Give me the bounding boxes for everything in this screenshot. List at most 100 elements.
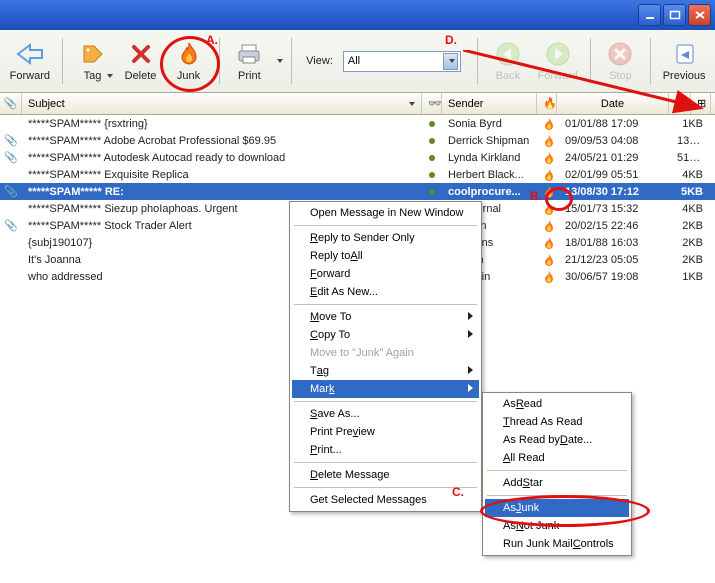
size-cell: 2KB [671,254,711,266]
menu-open-new-window[interactable]: Open Message in New Window [292,204,479,222]
more-header[interactable]: ... [669,93,691,114]
sender-cell: Derrick Shipman [442,135,537,147]
stop-icon [606,40,634,68]
delete-label: Delete [125,70,157,82]
view-value: All [348,55,360,67]
close-button[interactable] [688,4,711,26]
date-cell: 01/01/88 17:09 [559,118,671,130]
date-cell: 20/02/15 22:46 [559,220,671,232]
table-row[interactable]: 📎*****SPAM***** Adobe Acrobat Profession… [0,132,715,149]
hot-header[interactable]: 🔥 [537,93,557,114]
hot-cell [537,134,559,148]
menu-reply-all[interactable]: Reply to All [292,247,479,265]
forward-icon [16,40,44,68]
menu-move-junk-again: Move to "Junk" Again [292,344,479,362]
toolbar: Forward Tag Delete Junk Print View: All … [0,30,715,93]
date-cell: 09/09/53 04:08 [559,135,671,147]
junk-cell [422,152,442,164]
previous-label: Previous [663,70,706,82]
date-cell: 24/05/21 01:29 [559,152,671,164]
hot-cell [537,236,559,250]
table-row[interactable]: *****SPAM***** Exquisite Replica Herbert … [0,166,715,183]
delete-button[interactable]: Delete [119,35,163,87]
subject-cell: *****SPAM***** {rsxtring} [22,118,422,130]
size-cell: 13KB [671,135,711,147]
size-cell: 4KB [671,203,711,215]
delete-icon [127,40,155,68]
menu-delete-message[interactable]: Delete Message [292,466,479,484]
menu-get-selected[interactable]: Get Selected Messages [292,491,479,509]
menu-save-as[interactable]: Save As... [292,405,479,423]
forward-nav-button: Forward [534,35,582,87]
size-cell: 2KB [671,237,711,249]
date-cell: 02/01/99 05:51 [559,169,671,181]
attachment-cell: 📎 [0,185,22,198]
titlebar [0,0,715,30]
table-row[interactable]: 📎*****SPAM***** RE:coolprocure...13/08/3… [0,183,715,200]
submenu-all-read[interactable]: All Read [485,449,629,467]
previous-icon [670,40,698,68]
menu-print[interactable]: Print... [292,441,479,459]
submenu-run-junk-controls[interactable]: Run Junk Mail Controls [485,535,629,553]
maximize-button[interactable] [663,4,686,26]
junk-cell [422,135,442,147]
size-cell: 1KB [671,271,711,283]
view-label: View: [306,55,333,67]
submenu-as-read[interactable]: As Read [485,395,629,413]
view-select[interactable]: All [343,51,461,72]
tag-label: Tag [84,70,102,82]
submenu-thread-as-read[interactable]: Thread As Read [485,413,629,431]
minimize-button[interactable] [638,4,661,26]
tag-button[interactable]: Tag [71,35,115,87]
size-cell: 5KB [671,186,711,198]
menu-move-to[interactable]: Move To [292,308,479,326]
submenu-as-junk[interactable]: As Junk [485,499,629,517]
size-cell: 1KB [671,118,711,130]
attachment-header[interactable]: 📎 [0,93,22,114]
columns-picker[interactable]: ⊞ [691,93,711,114]
forward-label: Forward [10,70,50,82]
forward-button[interactable]: Forward [6,35,54,87]
menu-mark[interactable]: Mark [292,380,479,398]
subject-cell: *****SPAM***** Exquisite Replica [22,169,422,181]
date-cell: 13/08/30 17:12 [559,186,671,198]
sender-cell: Sonia Byrd [442,118,537,130]
menu-print-preview[interactable]: Print Preview [292,423,479,441]
date-header[interactable]: Date [557,93,669,114]
attachment-cell: 📎 [0,134,22,147]
printer-icon [235,40,263,68]
sender-cell: Herbert Black... [442,169,537,181]
stop-button: Stop [598,35,642,87]
forward-nav-icon [544,40,572,68]
menu-edit-as-new[interactable]: Edit As New... [292,283,479,301]
submenu-add-star[interactable]: Add Star [485,474,629,492]
submenu-as-read-by-date[interactable]: As Read by Date... [485,431,629,449]
junk-button[interactable]: Junk [167,35,211,87]
menu-tag[interactable]: Tag [292,362,479,380]
attachment-cell: 📎 [0,219,22,232]
date-cell: 15/01/73 15:32 [559,203,671,215]
date-cell: 18/01/88 16:03 [559,237,671,249]
menu-forward[interactable]: Forward [292,265,479,283]
table-row[interactable]: *****SPAM***** {rsxtring} Sonia Byrd 01/01… [0,115,715,132]
hot-cell [537,151,559,165]
stop-label: Stop [609,70,632,82]
menu-reply-sender[interactable]: Reply to Sender Only [292,229,479,247]
context-menu: Open Message in New Window Reply to Send… [289,201,482,512]
menu-copy-to[interactable]: Copy To [292,326,479,344]
hot-cell [537,270,559,284]
sender-header[interactable]: Sender [442,93,537,114]
hot-cell [537,219,559,233]
submenu-as-not-junk[interactable]: As Not Junk [485,517,629,535]
table-row[interactable]: 📎*****SPAM***** Autodesk Autocad ready t… [0,149,715,166]
tag-icon [79,40,107,68]
hot-cell [537,253,559,267]
attachment-cell: 📎 [0,151,22,164]
subject-header[interactable]: Subject [22,93,422,114]
print-button[interactable]: Print [227,35,271,87]
hot-cell [537,185,559,199]
size-cell: 51KB [671,152,711,164]
junk-header[interactable]: 👓 [422,93,442,114]
previous-button[interactable]: Previous [659,35,709,87]
back-icon [494,40,522,68]
